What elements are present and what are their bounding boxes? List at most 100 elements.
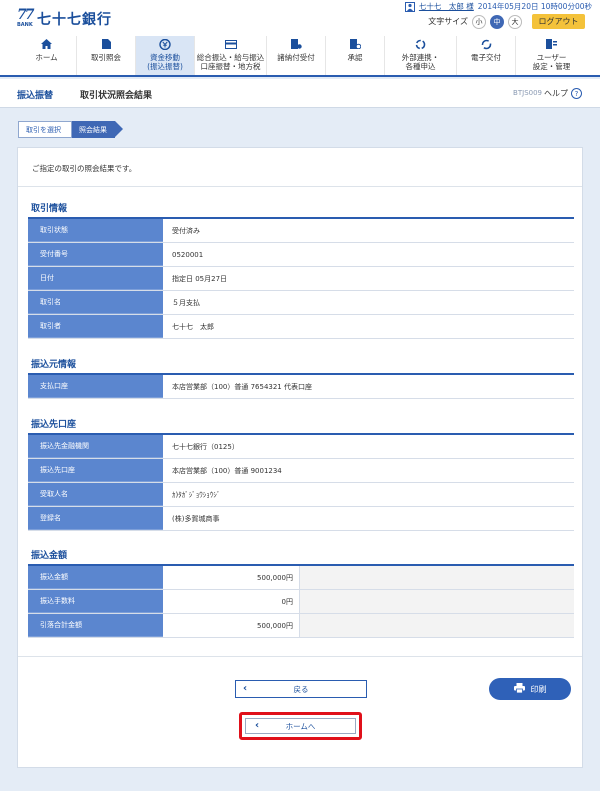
- nav-label: 取引照会: [91, 53, 121, 62]
- row-label: 振込金額: [28, 566, 163, 589]
- table-row: 受取人名 ｶ)ﾀｶﾞｼﾞｮｳｼｮｳｼﾞ: [28, 483, 574, 507]
- nav-item-approval[interactable]: 承認: [325, 36, 384, 75]
- nav-item-transfer[interactable]: 資金移動 (振込振替): [135, 36, 194, 75]
- back-button[interactable]: ‹ 戻る: [235, 680, 367, 698]
- user-name-link[interactable]: 七十七 太郎 様: [419, 1, 474, 12]
- font-size-control: 文字サイズ 小 中 大 ログアウト: [428, 14, 585, 29]
- nav-item-external[interactable]: 外部連携・ 各種申込: [384, 36, 456, 75]
- global-nav: ホーム 取引照会 資金移動 (振込振替) 総合振込・給与振込 口座振替・地方税 …: [0, 36, 600, 77]
- step-select-transaction: 取引を選択: [18, 121, 72, 138]
- printer-icon: [513, 683, 525, 695]
- nav-label: 諸納付受付: [277, 53, 315, 62]
- row-value: 指定日 05月27日: [163, 267, 574, 290]
- row-value: 本店営業部（100）普通 7654321 代表口座: [163, 375, 574, 398]
- user-info: 七十七 太郎 様 2014年05月20日 10時00分00秒: [404, 1, 592, 12]
- row-label: 振込手数料: [28, 590, 163, 613]
- table-row: 取引者 七十七 太郎: [28, 315, 574, 339]
- back-label: 戻る: [293, 684, 309, 694]
- nav-label: 電子交付: [471, 53, 501, 62]
- step-breadcrumb: 取引を選択 照会結果: [18, 121, 123, 138]
- nav-item-user-settings[interactable]: ユーザー 設定・管理: [515, 36, 587, 75]
- login-datetime: 2014年05月20日 10時00分00秒: [477, 2, 592, 11]
- home-label: ホームへ: [285, 721, 316, 731]
- chevron-left-icon: ‹: [243, 683, 248, 694]
- print-button[interactable]: 印刷: [489, 678, 571, 700]
- nav-label: 外部連携・ 各種申込: [401, 53, 440, 71]
- document-icon: [100, 39, 112, 49]
- bank-logo[interactable]: 77 BANK 七十七銀行: [17, 7, 112, 29]
- help-link[interactable]: ヘルプ ?: [544, 88, 582, 99]
- row-value: 0円: [163, 590, 300, 613]
- logo-number: 77: [17, 7, 35, 23]
- link-icon: [415, 39, 427, 49]
- card-icon: [224, 39, 237, 49]
- table-row: 受付番号 0520001: [28, 243, 574, 267]
- row-label: 取引状態: [28, 219, 163, 242]
- row-value: 七十七銀行（0125）: [163, 435, 574, 458]
- print-label: 印刷: [530, 684, 547, 694]
- section-title-amount: 振込金額: [31, 551, 68, 561]
- divider: [18, 656, 582, 657]
- logo-mark: 77 BANK: [17, 7, 35, 29]
- source-table: 支払口座 本店営業部（100）普通 7654321 代表口座: [28, 375, 574, 399]
- row-value: 500,000円: [163, 566, 300, 589]
- row-value: 500,000円: [163, 614, 300, 637]
- row-label: 登録名: [28, 507, 163, 530]
- nav-item-payment[interactable]: 諸納付受付: [266, 36, 325, 75]
- table-row: 取引名 ５月支払: [28, 291, 574, 315]
- table-row: 振込手数料 0円: [28, 590, 574, 614]
- table-row: 支払口座 本店営業部（100）普通 7654321 代表口座: [28, 375, 574, 399]
- row-label: 振込先口座: [28, 459, 163, 482]
- amount-table: 振込金額 500,000円 振込手数料 0円 引落合計金額 500,000円: [28, 566, 574, 638]
- nav-item-bulk-transfer[interactable]: 総合振込・給与振込 口座振替・地方税: [194, 36, 266, 75]
- user-settings-icon: [546, 39, 558, 49]
- page-title-bar: 振込振替 取引状況照会結果 BTJS009 ヘルプ ?: [0, 79, 600, 108]
- screen-code: BTJS009: [513, 89, 542, 97]
- divider: [18, 186, 582, 187]
- font-size-large-button[interactable]: 大: [508, 14, 522, 29]
- refresh-icon: [480, 39, 492, 49]
- logout-button[interactable]: ログアウト: [532, 14, 585, 29]
- row-value: ｶ)ﾀｶﾞｼﾞｮｳｼｮｳｼﾞ: [163, 483, 574, 506]
- table-row: 取引状態 受付済み: [28, 219, 574, 243]
- row-label: 支払口座: [28, 375, 163, 398]
- table-row: 登録名 (株)多賀城商事: [28, 507, 574, 531]
- row-label: 日付: [28, 267, 163, 290]
- font-size-medium-button[interactable]: 中: [490, 14, 504, 29]
- row-value: ５月支払: [163, 291, 574, 314]
- row-value: (株)多賀城商事: [163, 507, 574, 530]
- row-label: 受付番号: [28, 243, 163, 266]
- row-value: 0520001: [163, 243, 574, 266]
- font-size-small-button[interactable]: 小: [472, 14, 486, 29]
- nav-item-inquiry[interactable]: 取引照会: [76, 36, 135, 75]
- row-label: 取引者: [28, 315, 163, 338]
- table-row: 振込金額 500,000円: [28, 566, 574, 590]
- section-name: 振込振替: [17, 91, 54, 101]
- nav-label: 資金移動 (振込振替): [147, 53, 183, 71]
- nav-item-home[interactable]: ホーム: [17, 36, 76, 75]
- table-row: 引落合計金額 500,000円: [28, 614, 574, 638]
- user-badge-icon: [404, 1, 415, 12]
- yen-transfer-icon: [159, 38, 171, 50]
- section-title-destination: 振込先口座: [31, 420, 77, 430]
- approval-icon: [349, 39, 361, 49]
- payment-icon: [290, 39, 302, 49]
- font-size-label: 文字サイズ: [428, 17, 468, 26]
- nav-label: 承認: [347, 53, 363, 62]
- row-label: 取引名: [28, 291, 163, 314]
- transaction-table: 取引状態 受付済み 受付番号 0520001 日付 指定日 05月27日 取引名 ５月支…: [28, 219, 574, 339]
- table-row: 日付 指定日 05月27日: [28, 267, 574, 291]
- nav-label: ホーム: [35, 53, 58, 62]
- section-title-source: 振込元情報: [31, 360, 77, 370]
- nav-item-e-delivery[interactable]: 電子交付: [456, 36, 515, 75]
- chevron-left-icon: ‹: [255, 720, 260, 731]
- logo-sub: BANK: [17, 22, 33, 28]
- row-value: 七十七 太郎: [163, 315, 574, 338]
- help-label: ヘルプ: [544, 89, 568, 98]
- page-title: 取引状況照会結果: [80, 91, 153, 101]
- home-button[interactable]: ‹ ホームへ: [245, 718, 356, 734]
- step-inquiry-result: 照会結果: [72, 121, 123, 138]
- header: 77 BANK 七十七銀行 七十七 太郎 様 2014年05月20日 10時00…: [0, 0, 600, 36]
- home-button-highlight: ‹ ホームへ: [239, 712, 362, 740]
- bank-name: 七十七銀行: [37, 12, 112, 28]
